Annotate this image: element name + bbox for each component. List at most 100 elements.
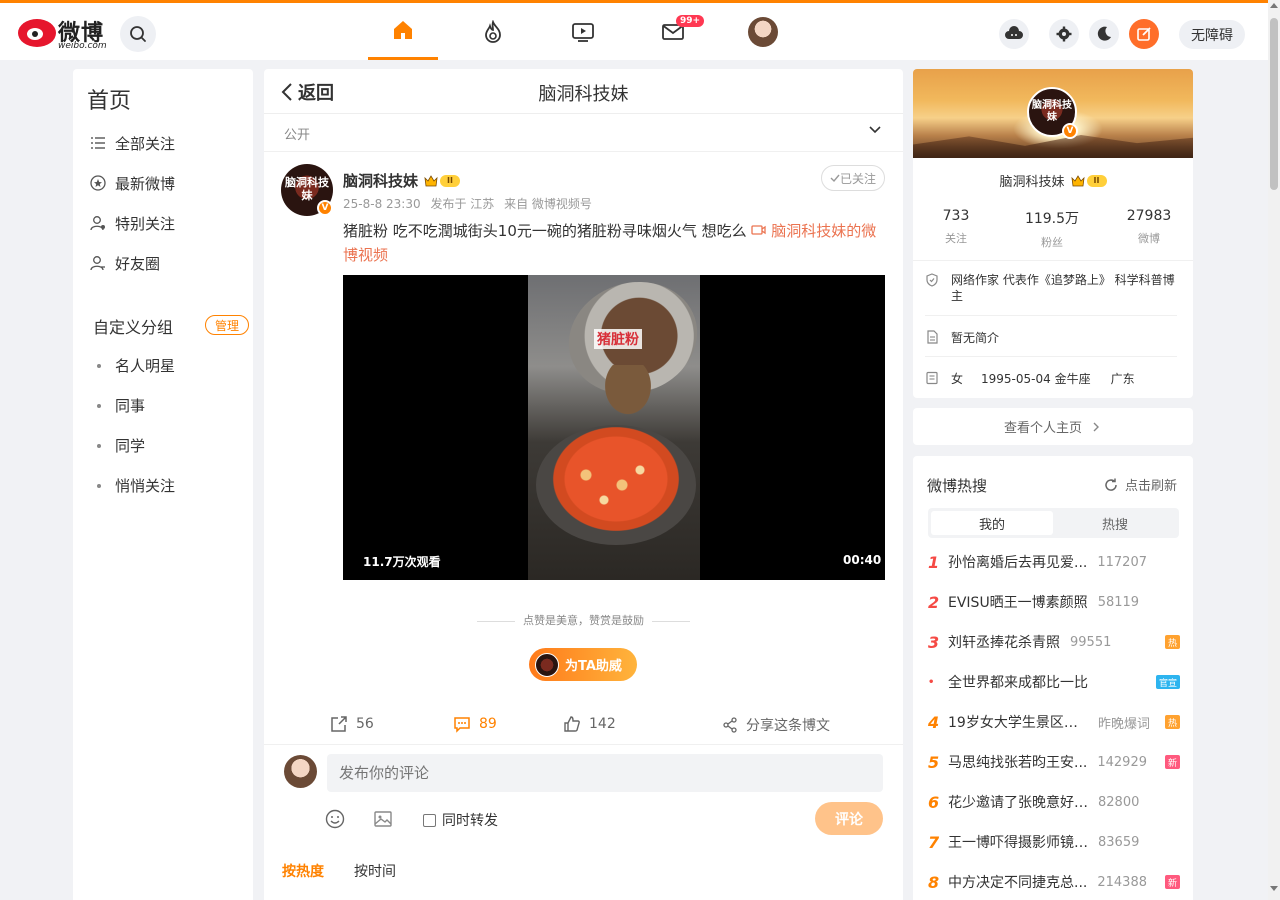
edit-icon xyxy=(1137,27,1151,41)
chevron-right-icon xyxy=(1093,422,1099,431)
hot-topic-text: 19岁女大学生景区内... xyxy=(948,715,1088,731)
hot-search-item[interactable]: 2 EVISU晒王一博素颜照 58119 xyxy=(928,591,1180,613)
image-upload-button[interactable] xyxy=(373,809,393,833)
submit-comment-button[interactable]: 评论 xyxy=(815,802,883,835)
followed-button[interactable]: 已关注 xyxy=(821,165,885,191)
comment-count: 89 xyxy=(479,716,497,732)
game-button[interactable] xyxy=(999,19,1029,49)
hot-search-item[interactable]: 5 马思纯找张若昀王安... 142929 新 xyxy=(928,751,1180,773)
hot-rank: 8 xyxy=(928,872,940,892)
post-source[interactable]: 来自 微博视频号 xyxy=(504,197,592,211)
comment-button[interactable]: 89 xyxy=(453,715,497,733)
nav-messages[interactable]: 99+ xyxy=(638,3,708,60)
repost-button[interactable]: 56 xyxy=(330,715,374,733)
sidebar-item-all-follow[interactable]: 全部关注 xyxy=(89,131,175,155)
sidebar-item-special[interactable]: 特别关注 xyxy=(89,211,175,235)
custom-groups-title: 自定义分组 xyxy=(93,318,174,337)
repost-checkbox[interactable]: 同时转发 xyxy=(423,810,498,830)
hot-count: 昨晚爆词 xyxy=(1098,716,1151,732)
post-time[interactable]: 25-8-8 23:30 xyxy=(343,197,421,211)
tab-hot[interactable]: 热搜 xyxy=(1054,511,1176,535)
compose-button[interactable] xyxy=(1129,19,1159,49)
back-label: 返回 xyxy=(298,83,334,104)
repost-checkbox-label: 同时转发 xyxy=(442,813,498,829)
bullet-dot xyxy=(97,483,101,488)
sidebar-item-label: 最新微博 xyxy=(115,174,176,193)
verified-description-text: 网络作家 代表作《追梦路上》 科学科普博主 xyxy=(951,273,1175,303)
avatar-text: 脑洞科技妹 xyxy=(1032,100,1072,123)
sort-by-hot[interactable]: 按热度 xyxy=(282,861,324,881)
stat-posts[interactable]: 27983 微博 xyxy=(1109,208,1189,246)
cloud-game-icon xyxy=(1005,26,1023,39)
view-profile-button[interactable]: 查看个人主页 xyxy=(913,408,1193,445)
hot-tag-badge: 新 xyxy=(1165,755,1180,769)
hot-search-item[interactable]: 1 孙怡离婚后去再见爱... 117207 xyxy=(928,551,1180,573)
scroll-up-arrow-icon[interactable] xyxy=(1270,3,1278,8)
level-badge: II xyxy=(440,174,461,187)
accessibility-button[interactable]: 无障碍 xyxy=(1179,20,1245,49)
search-button[interactable] xyxy=(120,16,156,52)
hot-count: 82800 xyxy=(1098,794,1140,810)
hot-count: 214388 xyxy=(1097,874,1147,890)
divider xyxy=(913,260,1193,261)
sort-by-time[interactable]: 按时间 xyxy=(354,861,396,881)
sidebar-item-latest[interactable]: 最新微博 xyxy=(89,171,175,195)
hot-search-item[interactable]: • 全世界都来成都比一比 官宣 xyxy=(928,671,1180,693)
hot-search-item[interactable]: 7 王一博吓得摄影师镜头... 83659 xyxy=(928,831,1180,853)
group-item-secret-follow[interactable]: 悄悄关注 xyxy=(97,475,175,496)
share-icon xyxy=(723,717,737,733)
hot-search-item[interactable]: 4 19岁女大学生景区内... 昨晚爆词热 xyxy=(928,711,1180,733)
hot-rank: 6 xyxy=(928,792,940,812)
tab-mine[interactable]: 我的 xyxy=(931,511,1053,535)
sidebar-item-friends[interactable]: 好友圈 xyxy=(89,251,160,275)
settings-button[interactable] xyxy=(1049,19,1079,49)
page-scrollbar[interactable] xyxy=(1268,0,1280,900)
checkbox-box[interactable] xyxy=(423,813,436,827)
visibility-label: 公开 xyxy=(284,128,311,143)
hot-count: 117207 xyxy=(1097,554,1147,570)
back-button[interactable]: 返回 xyxy=(280,79,334,105)
share-label: 分享这条博文 xyxy=(746,718,830,734)
weibo-logo[interactable]: 微博 weibo.com xyxy=(18,15,110,51)
group-item-celebrities[interactable]: 名人明星 xyxy=(97,355,175,376)
hot-search-item[interactable]: 3 刘轩丞捧花杀青照 99551 热 xyxy=(928,631,1180,653)
hot-search-item[interactable]: 6 花少邀请了张晚意好几次 82800 xyxy=(928,791,1180,813)
comment-icon xyxy=(454,717,470,733)
detail-header: 脑洞科技妹 返回 xyxy=(264,69,903,114)
post-author-name[interactable]: 脑洞科技妹 II xyxy=(343,170,461,191)
hot-search-item[interactable]: 8 中方决定不同捷克总... 214388 新 xyxy=(928,871,1180,893)
cheer-button[interactable]: 为TA助威 xyxy=(529,648,637,681)
video-player[interactable]: 猪脏粉 11.7万次观看 00:40 xyxy=(343,275,885,580)
post-text: 猪脏粉 吃不吃潤城街头10元一碗的猪脏粉寻味烟火气 想吃么 xyxy=(343,222,747,240)
share-button[interactable]: 分享这条博文 xyxy=(722,715,830,735)
cheer-label: 为TA助威 xyxy=(565,659,622,674)
group-item-classmates[interactable]: 同学 xyxy=(97,435,145,456)
profile-name-text: 脑洞科技妹 xyxy=(999,175,1065,190)
hot-search-title: 微博热搜 xyxy=(927,477,988,495)
chevron-down-icon[interactable] xyxy=(868,123,882,137)
comment-input[interactable] xyxy=(327,754,883,792)
group-item-colleagues[interactable]: 同事 xyxy=(97,395,145,416)
thumbs-up-icon xyxy=(564,716,580,732)
profile-basic-info: 女 1995-05-04 金牛座 广东 xyxy=(925,370,1135,387)
profile-name[interactable]: 脑洞科技妹 II xyxy=(913,171,1193,190)
post-detail-panel: 脑洞科技妹 返回 公开 脑洞科技妹 V 脑洞科技妹 II 25-8-8 23:3… xyxy=(264,69,903,900)
nav-profile[interactable] xyxy=(728,3,798,60)
emoji-button[interactable] xyxy=(325,809,345,833)
scroll-thumb[interactable] xyxy=(1270,18,1278,190)
profile-region: 广东 xyxy=(1110,372,1135,386)
nav-hot[interactable] xyxy=(458,3,528,60)
manage-groups-button[interactable]: 管理 xyxy=(205,315,249,335)
stat-followers[interactable]: 119.5万 粉丝 xyxy=(1012,208,1092,250)
stat-following[interactable]: 733 关注 xyxy=(916,208,996,246)
bullet-dot xyxy=(97,363,101,368)
sidebar-item-label: 特别关注 xyxy=(115,214,176,233)
nav-home[interactable] xyxy=(368,3,438,60)
like-button[interactable]: 142 xyxy=(563,715,616,733)
refresh-button[interactable]: 点击刷新 xyxy=(1103,475,1177,494)
scroll-down-arrow-icon[interactable] xyxy=(1270,886,1278,891)
nav-video[interactable] xyxy=(548,3,618,60)
dark-mode-button[interactable] xyxy=(1089,19,1119,49)
verified-badge-icon: V xyxy=(1062,123,1078,139)
hot-rank: 4 xyxy=(928,712,940,732)
